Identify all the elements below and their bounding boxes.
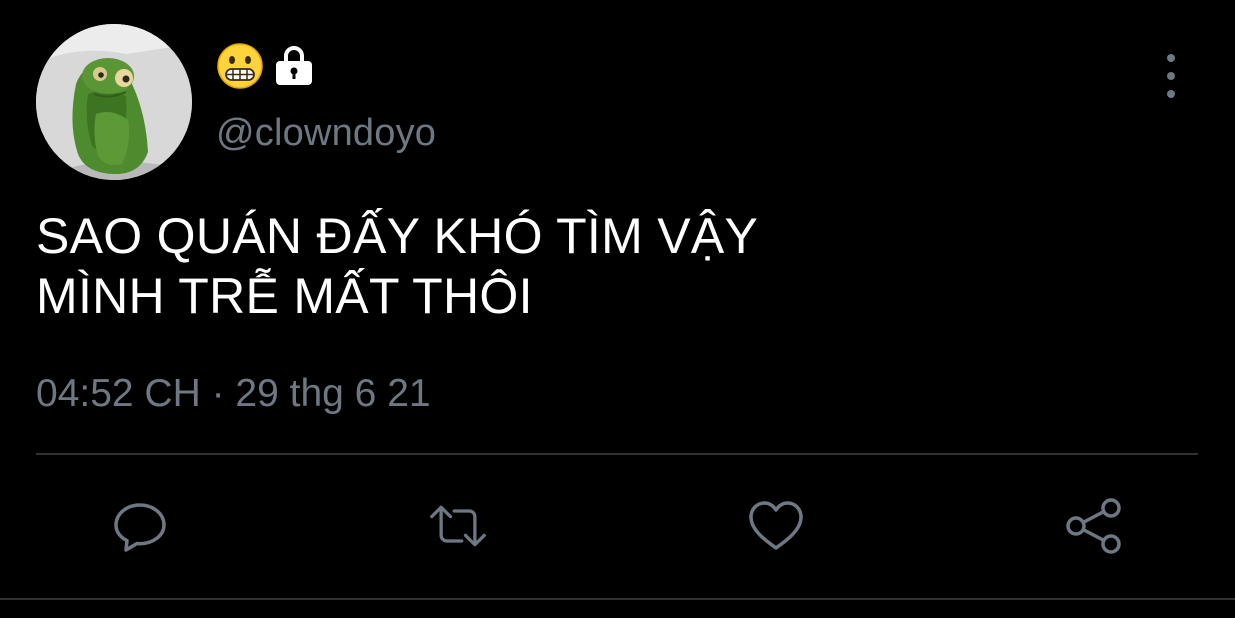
like-button[interactable] [746,496,806,556]
tweet-line-2: MÌNH TRỄ MẤT THÔI [36,268,533,324]
retweet-button[interactable] [428,496,488,556]
lock-icon [276,46,312,85]
more-dot [1167,90,1175,98]
tweet-line-1: SAO QUÁN ĐẤY KHÓ TÌM VẬY [36,208,759,264]
share-icon [1066,498,1121,554]
reply-button[interactable] [110,496,170,556]
more-options-icon[interactable] [1158,54,1184,98]
reply-icon [114,503,166,552]
more-dot [1167,54,1175,62]
more-dot [1167,72,1175,80]
tweet-timestamp[interactable]: 04:52 CH · 29 thg 6 21 [36,372,431,416]
like-icon [749,501,803,550]
share-button[interactable] [1064,496,1124,556]
tweet-text: SAO QUÁN ĐẤY KHÓ TÌM VẬY MÌNH TRỄ MẤT TH… [36,206,1196,326]
bottom-divider [0,598,1235,600]
retweet-icon [430,505,486,547]
user-handle[interactable]: @clowndoyo [216,112,436,155]
divider [36,453,1198,455]
avatar[interactable] [36,24,192,180]
grimacing-face-emoji-icon [217,43,263,89]
display-name[interactable] [216,42,316,90]
